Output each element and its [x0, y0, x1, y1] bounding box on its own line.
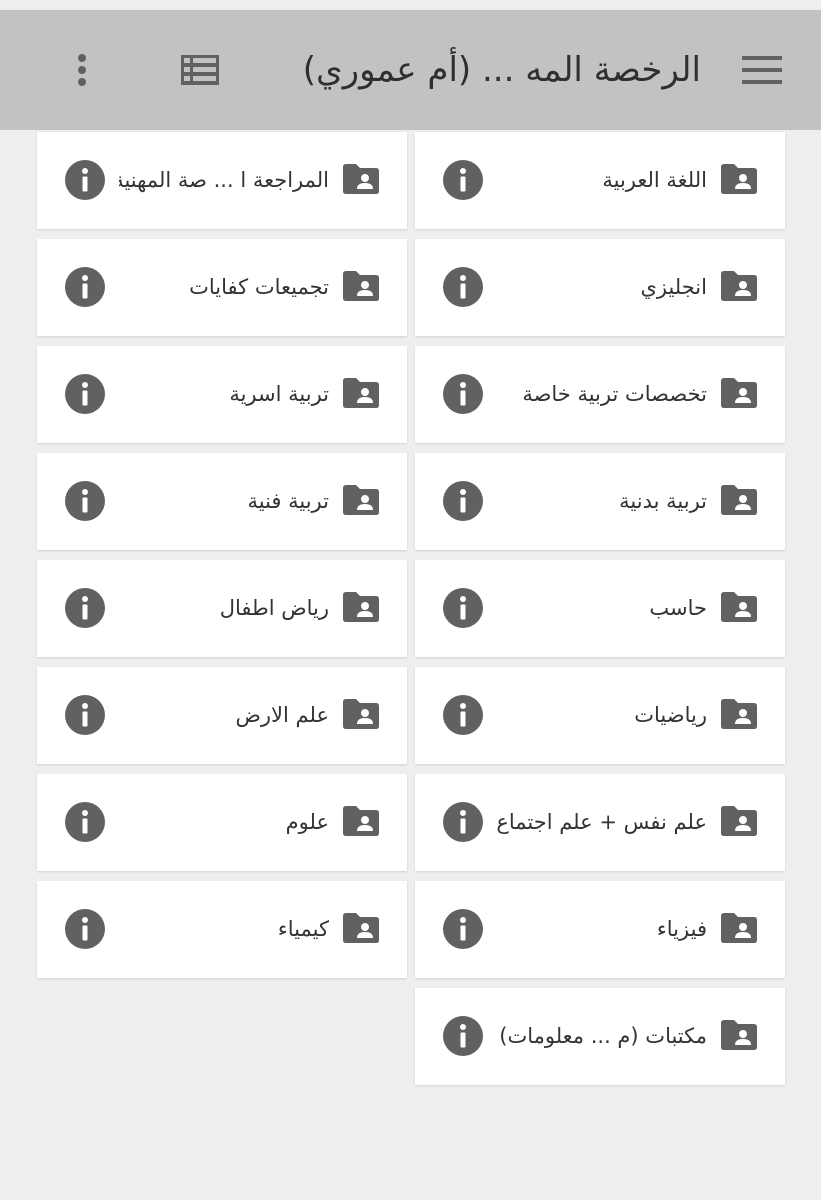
folder-card[interactable]: علوم [37, 774, 407, 871]
folder-name: تربية فنية [247, 489, 329, 513]
info-icon [65, 481, 105, 521]
status-bar-strip [0, 0, 821, 10]
info-button[interactable] [65, 588, 105, 628]
page-title: الرخصة الم‍ه ... (أم عموري) [302, 50, 701, 90]
shared-folder-icon [721, 806, 757, 836]
info-icon [443, 695, 483, 735]
folder-name: علم الارض [235, 703, 329, 727]
info-button[interactable] [443, 802, 483, 842]
folder-name: تخصصات تربية خاصة [522, 382, 707, 406]
info-button[interactable] [65, 160, 105, 200]
folder-card[interactable]: تربية فنية [37, 453, 407, 550]
info-icon [443, 588, 483, 628]
folder-name: كيمياء [277, 917, 329, 941]
shared-folder-icon [343, 913, 379, 943]
folder-card[interactable]: المراجعة ا ... صة المهنية [37, 132, 407, 229]
folder-name: مكتبات (م ... معلومات) [499, 1024, 707, 1048]
info-icon [65, 374, 105, 414]
list-view-button[interactable] [170, 48, 230, 92]
folder-card[interactable]: تجميعات كفايات [37, 239, 407, 336]
info-button[interactable] [65, 481, 105, 521]
list-view-icon [181, 55, 219, 85]
folder-card[interactable]: كيمياء [37, 881, 407, 978]
shared-folder-icon [721, 485, 757, 515]
folder-name: فيزياء [656, 917, 707, 941]
folder-name: رياض اطفال [219, 596, 329, 620]
info-icon [443, 1016, 483, 1056]
info-button[interactable] [65, 695, 105, 735]
folder-card[interactable]: حاسب [415, 560, 785, 657]
info-button[interactable] [65, 267, 105, 307]
info-button[interactable] [65, 909, 105, 949]
info-button[interactable] [443, 909, 483, 949]
folder-name: انجليزي [640, 275, 707, 299]
shared-folder-icon [343, 378, 379, 408]
info-button[interactable] [443, 374, 483, 414]
folder-card[interactable]: فيزياء [415, 881, 785, 978]
more-options-button[interactable] [60, 44, 104, 96]
folder-name: حاسب [649, 596, 707, 620]
shared-folder-icon [343, 699, 379, 729]
folder-name: علم نفس + علم اجتماع [497, 810, 707, 834]
folder-card[interactable]: تربية بدنية [415, 453, 785, 550]
shared-folder-icon [343, 271, 379, 301]
info-button[interactable] [443, 267, 483, 307]
shared-folder-icon [721, 164, 757, 194]
info-button[interactable] [443, 160, 483, 200]
info-icon [65, 267, 105, 307]
shared-folder-icon [343, 164, 379, 194]
info-icon [443, 160, 483, 200]
hamburger-menu-icon [742, 56, 782, 84]
info-button[interactable] [65, 802, 105, 842]
shared-folder-icon [721, 378, 757, 408]
folder-name: رياضيات [634, 703, 707, 727]
info-icon [443, 374, 483, 414]
info-icon [443, 909, 483, 949]
shared-folder-icon [343, 485, 379, 515]
info-button[interactable] [65, 374, 105, 414]
folder-name: تجميعات كفايات [189, 275, 329, 299]
info-button[interactable] [443, 481, 483, 521]
folder-name: المراجعة ا ... صة المهنية [119, 168, 329, 192]
folder-card[interactable]: رياض اطفال [37, 560, 407, 657]
info-icon [65, 588, 105, 628]
folder-card[interactable]: اللغة العربية [415, 132, 785, 229]
folder-card[interactable]: علم الارض [37, 667, 407, 764]
shared-folder-icon [343, 592, 379, 622]
shared-folder-icon [721, 1020, 757, 1050]
folder-card[interactable]: علم نفس + علم اجتماع [415, 774, 785, 871]
folder-card[interactable]: مكتبات (م ... معلومات) [415, 988, 785, 1085]
folder-card[interactable]: تخصصات تربية خاصة [415, 346, 785, 443]
info-icon [443, 481, 483, 521]
more-vertical-icon [78, 54, 86, 86]
info-button[interactable] [443, 1016, 483, 1056]
folder-name: تربية بدنية [619, 489, 707, 513]
folder-name: علوم [285, 810, 329, 834]
folder-name: تربية اسرية [229, 382, 329, 406]
shared-folder-icon [721, 592, 757, 622]
shared-folder-icon [721, 699, 757, 729]
shared-folder-icon [343, 806, 379, 836]
folder-grid: اللغة العربية المراجعة ا ... صة المهنية [8, 132, 785, 1085]
info-icon [65, 695, 105, 735]
menu-button[interactable] [732, 48, 792, 92]
folder-card[interactable]: رياضيات [415, 667, 785, 764]
app-bar: الرخصة الم‍ه ... (أم عموري) [0, 10, 821, 130]
folder-card[interactable]: تربية اسرية [37, 346, 407, 443]
shared-folder-icon [721, 913, 757, 943]
info-icon [65, 802, 105, 842]
info-button[interactable] [443, 588, 483, 628]
info-icon [443, 802, 483, 842]
folder-name: اللغة العربية [602, 168, 707, 192]
folder-card[interactable]: انجليزي [415, 239, 785, 336]
shared-folder-icon [721, 271, 757, 301]
info-icon [443, 267, 483, 307]
info-button[interactable] [443, 695, 483, 735]
info-icon [65, 160, 105, 200]
info-icon [65, 909, 105, 949]
